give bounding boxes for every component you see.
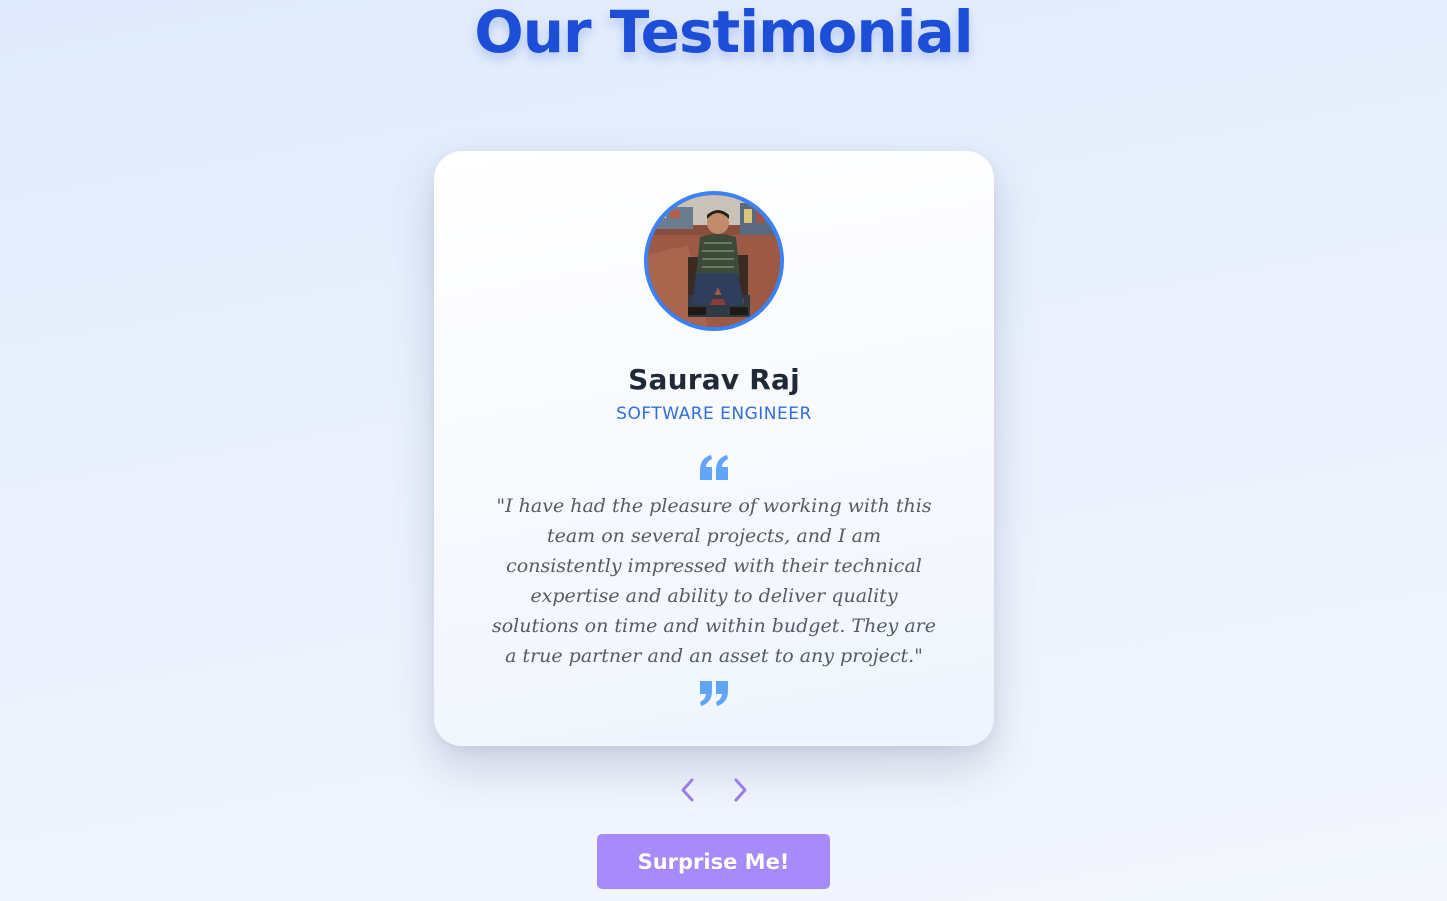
avatar-photo	[648, 195, 780, 327]
page-title: Our Testimonial	[474, 0, 973, 66]
testimonial-card: Saurav Raj SOFTWARE ENGINEER "I have had…	[434, 151, 994, 746]
quote-close-icon	[700, 681, 728, 706]
chevron-right-icon[interactable]	[725, 775, 755, 805]
chevron-left-icon[interactable]	[673, 775, 703, 805]
quote-open-icon	[700, 455, 728, 480]
surprise-me-button[interactable]: Surprise Me!	[597, 834, 830, 889]
testimonial-quote: "I have had the pleasure of working with…	[491, 495, 936, 667]
testimonial-role: SOFTWARE ENGINEER	[616, 404, 812, 424]
testimonial-name: Saurav Raj	[628, 363, 800, 396]
avatar	[644, 191, 784, 331]
